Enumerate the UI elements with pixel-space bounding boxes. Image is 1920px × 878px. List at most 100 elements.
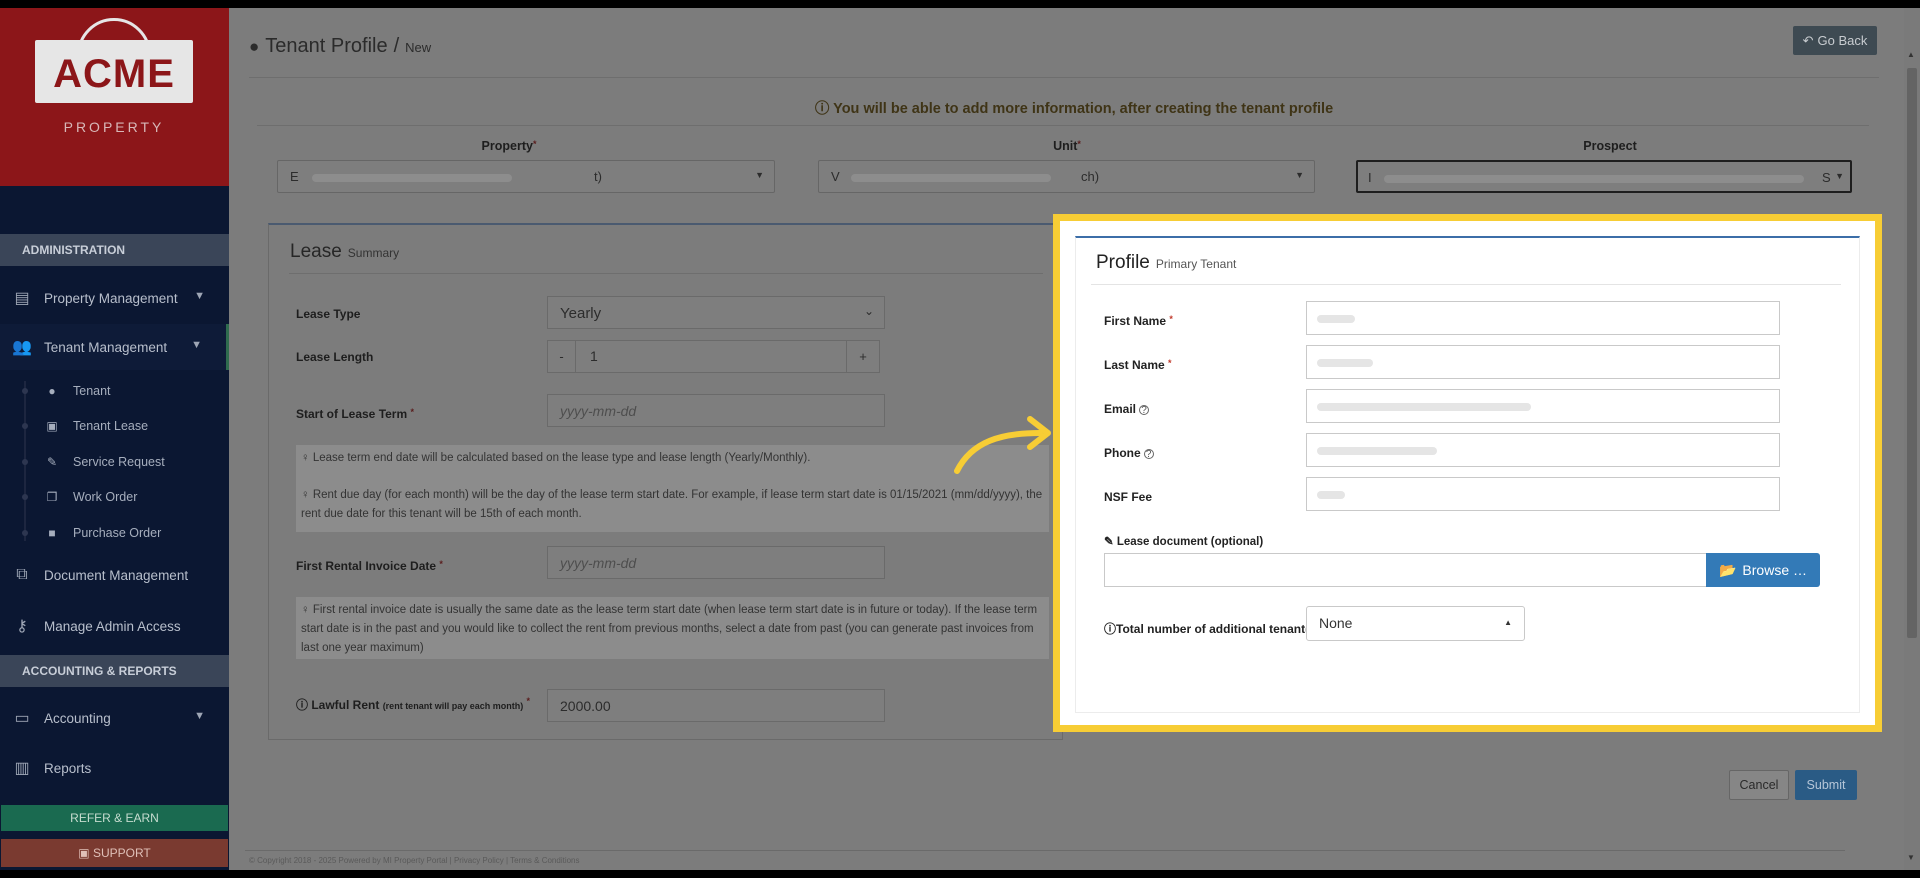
sidebar-subitem-tenant[interactable]: ● Tenant: [0, 374, 229, 408]
note-text: Rent due day (for each month) will be th…: [301, 489, 1043, 520]
dot-icon: [22, 494, 28, 500]
info-notice: ⓘ You will be able to add more informati…: [229, 97, 1919, 118]
prospect-value-end: S: [1822, 170, 1831, 185]
browse-label: Browse …: [1742, 562, 1807, 578]
sidebar-subitem-tenant-lease[interactable]: ▣ Tenant Lease: [0, 409, 229, 443]
footer-text: © Copyright 2018 - 2025 Powered by MI Pr…: [249, 856, 580, 865]
lightbulb-icon: ♀: [301, 489, 313, 501]
redacted-text: [1317, 403, 1531, 411]
sidebar-subitem-work-order[interactable]: ❐ Work Order: [0, 480, 229, 514]
sidebar-subitem-label: Service Request: [73, 455, 165, 469]
lease-document-input[interactable]: [1104, 553, 1707, 587]
first-name-input[interactable]: [1306, 301, 1780, 335]
lease-length-stepper[interactable]: - 1 +: [547, 340, 880, 373]
scroll-up-icon[interactable]: ▲: [1907, 50, 1915, 59]
sidebar-heading-administration: ADMINISTRATION: [0, 234, 229, 266]
sidebar-item-label: Tenant Management: [44, 339, 168, 355]
logo-text: ACME: [53, 52, 175, 96]
scroll-down-icon[interactable]: ▼: [1907, 853, 1915, 862]
dot-icon: [22, 388, 28, 394]
lease-title: Lease Summary: [290, 241, 400, 262]
phone-input[interactable]: [1306, 433, 1780, 467]
sidebar-item-tenant-management[interactable]: 👥 Tenant Management ▼: [0, 324, 229, 370]
refer-earn-button[interactable]: REFER & EARN: [1, 805, 228, 831]
caret-up-icon: ▲: [1504, 618, 1512, 627]
prospect-select[interactable]: I S ▼: [1356, 160, 1852, 193]
sidebar-item-manage-admin-access[interactable]: ⚷ Manage Admin Access: [0, 603, 229, 649]
additional-tenants-select[interactable]: None ▲: [1306, 606, 1525, 641]
go-back-button[interactable]: ↶ Go Back: [1793, 26, 1877, 55]
chevron-down-icon: ▼: [194, 710, 205, 722]
support-icon: ▣: [78, 846, 93, 860]
sidebar-subitem-service-request[interactable]: ✎ Service Request: [0, 445, 229, 479]
dot-icon: [22, 423, 28, 429]
unit-value-start: V: [831, 169, 840, 184]
sidebar-item-document-management[interactable]: ⧉ Document Management: [0, 552, 229, 598]
email-input[interactable]: [1306, 389, 1780, 423]
sidebar-item-property-management[interactable]: ▤ Property Management ▼: [0, 275, 229, 321]
property-select[interactable]: E t) ▼: [277, 160, 775, 193]
lawful-rent-input[interactable]: 2000.00: [547, 689, 885, 722]
lease-length-value[interactable]: 1: [590, 348, 598, 364]
users-icon: 👥: [12, 339, 32, 356]
pointer-arrow-icon: [954, 416, 1051, 474]
prospect-label: Prospect: [1583, 139, 1637, 153]
browse-button[interactable]: 📂 Browse …: [1706, 553, 1820, 587]
cancel-button[interactable]: Cancel: [1729, 770, 1789, 800]
lease-type-label: Lease Type: [296, 307, 361, 321]
last-name-input[interactable]: [1306, 345, 1780, 379]
note-text: First rental invoice date is usually the…: [301, 604, 1038, 654]
increment-button[interactable]: +: [846, 341, 879, 372]
sidebar-item-accounting[interactable]: ▭ Accounting ▼: [0, 695, 229, 741]
support-button[interactable]: ▣ SUPPORT: [1, 839, 228, 867]
rent-due-note: ♀ Rent due day (for each month) will be …: [296, 478, 1049, 532]
prospect-value-start: I: [1368, 170, 1372, 185]
first-name-label: First Name *: [1104, 314, 1173, 328]
sidebar-subitem-label: Tenant: [73, 384, 111, 398]
scrollbar[interactable]: ▲ ▼: [1904, 8, 1920, 870]
support-label: SUPPORT: [92, 846, 151, 860]
lease-panel: Lease Summary Lease Type Yearly ⌄ Lease L…: [268, 223, 1063, 740]
profile-panel: Profile Primary Tenant First Name * Last …: [1075, 236, 1860, 713]
start-lease-term-input[interactable]: yyyy-mm-dd: [547, 394, 885, 427]
first-invoice-input[interactable]: yyyy-mm-dd: [547, 546, 885, 579]
scroll-thumb[interactable]: [1907, 68, 1917, 638]
logo-subtext: PROPERTY: [63, 119, 165, 135]
lease-length-label: Lease Length: [296, 350, 374, 364]
logo-area[interactable]: ACME PROPERTY: [0, 8, 229, 186]
additional-tenants-value: None: [1319, 615, 1353, 631]
documents-icon: ⧉: [16, 566, 28, 583]
unit-select[interactable]: V ch) ▼: [818, 160, 1315, 193]
sidebar-subitem-purchase-order[interactable]: ■ Purchase Order: [0, 516, 229, 550]
redacted-text: [1384, 175, 1804, 183]
money-icon: ▭: [14, 710, 30, 727]
chevron-down-icon: ⌄: [863, 304, 874, 318]
sidebar-item-label: Document Management: [44, 567, 189, 583]
first-invoice-note: ♀ First rental invoice date is usually t…: [296, 597, 1049, 659]
notice-divider: [257, 125, 1869, 126]
property-label: Property*: [481, 139, 537, 153]
info-icon: ⓘ: [296, 698, 312, 712]
folder-open-icon: 📂: [1718, 561, 1737, 578]
profile-divider: [1091, 284, 1841, 285]
sidebar-item-label: Property Management: [44, 290, 178, 306]
note-text: Lease term end date will be calculated b…: [312, 452, 811, 464]
copy-icon: ❐: [46, 490, 58, 504]
user-icon: ●: [48, 384, 56, 398]
decrement-button[interactable]: -: [548, 341, 576, 372]
help-icon[interactable]: ?: [1143, 449, 1154, 460]
lease-type-select[interactable]: Yearly ⌄: [547, 296, 885, 329]
redacted-text: [1317, 359, 1373, 367]
nsf-fee-label: NSF Fee: [1104, 490, 1153, 504]
sidebar-heading-accounting: ACCOUNTING & REPORTS: [0, 655, 229, 687]
nsf-fee-input[interactable]: [1306, 477, 1780, 511]
caret-down-icon: ▼: [1835, 171, 1844, 181]
lightbulb-icon: ♀: [301, 452, 313, 464]
highlight-frame: Profile Primary Tenant First Name * Last …: [1053, 214, 1882, 732]
sidebar-item-reports[interactable]: ▥ Reports: [0, 745, 229, 791]
title-separator: /: [393, 35, 400, 57]
help-icon[interactable]: ?: [1139, 405, 1150, 416]
submit-button[interactable]: Submit: [1795, 770, 1857, 800]
sidebar: ACME PROPERTY ADMINISTRATION ▤ Property …: [0, 8, 229, 870]
lease-document-label: ✎ Lease document (optional): [1104, 536, 1264, 548]
